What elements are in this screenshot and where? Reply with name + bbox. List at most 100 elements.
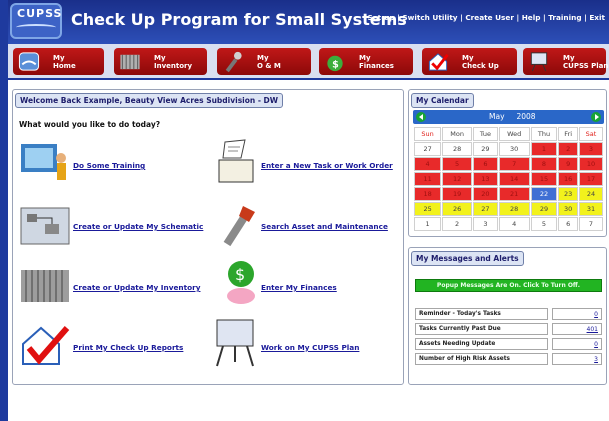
switch-utility-link[interactable]: Switch Utility	[402, 13, 457, 22]
plan-easel-icon	[530, 52, 548, 72]
calendar-day-header: Tue	[473, 127, 498, 141]
do-some-training-link[interactable]: Do Some Training	[73, 161, 145, 170]
alerts-table: Reminder - Today's Tasks 0 Tasks Currentl…	[415, 308, 602, 368]
messages-title: My Messages and Alerts	[411, 251, 524, 266]
nav-my-home[interactable]: My Home	[13, 48, 104, 75]
calendar-month-year: May 2008	[489, 112, 536, 121]
calendar-day-cell[interactable]: 28	[442, 142, 473, 156]
app-title: Check Up Program for Small Systems	[71, 10, 407, 29]
calendar-day-cell[interactable]: 2	[442, 217, 473, 231]
calendar-day-cell[interactable]: 15	[530, 172, 558, 186]
calendar-day-cell[interactable]: 28	[498, 202, 530, 216]
checkmark-house-icon	[428, 53, 449, 71]
calendar-day-cell[interactable]: 27	[473, 202, 498, 216]
nav-my-finances[interactable]: $ My Finances	[319, 48, 413, 75]
training-link[interactable]: Training	[548, 13, 581, 22]
nav-my-check-up[interactable]: My Check Up	[422, 48, 517, 75]
calendar-day-cell[interactable]: 2	[558, 142, 578, 156]
calendar-day-cell[interactable]: 25	[414, 202, 442, 216]
calendar-day-cell[interactable]: 5	[442, 157, 473, 171]
calendar-day-cell[interactable]: 23	[558, 187, 578, 201]
messages-panel: My Messages and Alerts Popup Messages Ar…	[408, 247, 607, 385]
alert-count-link[interactable]: 0	[552, 338, 602, 350]
calendar-day-cell[interactable]: 1	[414, 217, 442, 231]
work-on-cupss-plan-link[interactable]: Work on My CUPSS Plan	[261, 343, 359, 352]
enter-new-task-link[interactable]: Enter a New Task or Work Order	[261, 161, 393, 170]
calendar-day-cell[interactable]: 4	[498, 217, 530, 231]
calendar-day-cell[interactable]: 6	[473, 157, 498, 171]
calendar-title: My Calendar	[411, 93, 474, 108]
wrench-icon	[225, 51, 242, 73]
prev-month-icon[interactable]	[416, 112, 426, 122]
calendar-day-cell[interactable]: 30	[558, 202, 578, 216]
search-asset-maintenance-link[interactable]: Search Asset and Maintenance	[261, 222, 388, 231]
calendar-day-cell[interactable]: 14	[498, 172, 530, 186]
app-window: CUPSS Check Up Program for Small Systems…	[0, 0, 609, 421]
calendar-day-cell[interactable]: 10	[578, 157, 603, 171]
calendar-day-cell[interactable]: 20	[473, 187, 498, 201]
schematic-icon[interactable]	[19, 204, 71, 246]
calendar-day-cell[interactable]: 18	[414, 187, 442, 201]
calendar-day-cell[interactable]: 29	[473, 142, 498, 156]
create-user-link[interactable]: Create User	[465, 13, 514, 22]
calendar-day-cell[interactable]: 29	[530, 202, 558, 216]
calendar-day-header: Sat	[578, 127, 603, 141]
calendar-day-cell[interactable]: 3	[578, 142, 603, 156]
calendar-panel: My Calendar May 2008 Sun Mon Tue Wed Thu Fri S…	[408, 89, 607, 237]
calendar-day-header: Fri	[558, 127, 578, 141]
setup-link[interactable]: Set-up	[367, 13, 394, 22]
enter-my-finances-link[interactable]: Enter My Finances	[261, 283, 337, 292]
create-update-schematic-link[interactable]: Create or Update My Schematic	[73, 222, 203, 231]
calendar-day-cell[interactable]: 5	[530, 217, 558, 231]
welcome-panel: Welcome Back Example, Beauty View Acres …	[12, 89, 404, 385]
cupss-logo: CUPSS	[10, 3, 62, 39]
calendar-day-header: Wed	[498, 127, 530, 141]
calendar-day-cell[interactable]: 9	[558, 157, 578, 171]
calendar-day-cell[interactable]: 22	[530, 187, 558, 201]
svg-text:$: $	[332, 59, 339, 70]
calendar-day-cell[interactable]: 24	[578, 187, 603, 201]
nav-my-cupss-plan[interactable]: My CUPSS Plan	[523, 48, 608, 75]
nav-my-om[interactable]: My O & M	[217, 48, 311, 75]
inventory-icon[interactable]	[19, 264, 71, 306]
help-link[interactable]: Help	[522, 13, 541, 22]
calendar-day-cell[interactable]: 26	[442, 202, 473, 216]
calendar-day-cell[interactable]: 1	[530, 142, 558, 156]
alert-count-link[interactable]: 3	[552, 353, 602, 365]
calendar-day-cell[interactable]: 27	[414, 142, 442, 156]
calendar-day-cell[interactable]: 19	[442, 187, 473, 201]
calendar-day-cell[interactable]: 11	[414, 172, 442, 186]
print-check-up-reports-link[interactable]: Print My Check Up Reports	[73, 343, 183, 352]
training-icon[interactable]	[19, 142, 71, 182]
calendar-day-cell[interactable]: 8	[530, 157, 558, 171]
calendar-day-cell[interactable]: 6	[558, 217, 578, 231]
main-nav: My Home My Inventory My O & M $ My Finances …	[8, 44, 609, 80]
calendar-day-cell[interactable]: 30	[498, 142, 530, 156]
wrench-task-icon[interactable]	[219, 202, 259, 248]
calendar-day-cell[interactable]: 13	[473, 172, 498, 186]
calendar-day-cell[interactable]: 17	[578, 172, 603, 186]
calendar-month-header: May 2008	[413, 110, 604, 124]
nav-my-inventory[interactable]: My Inventory	[114, 48, 207, 75]
calendar-day-cell[interactable]: 3	[473, 217, 498, 231]
calendar-day-cell[interactable]: 16	[558, 172, 578, 186]
finances-icon[interactable]: $	[221, 258, 261, 306]
calendar-day-cell[interactable]: 7	[578, 217, 603, 231]
welcome-title: Welcome Back Example, Beauty View Acres …	[15, 93, 284, 108]
new-task-icon[interactable]	[211, 136, 259, 186]
calendar-day-cell[interactable]: 12	[442, 172, 473, 186]
calendar-day-cell[interactable]: 31	[578, 202, 603, 216]
calendar-day-cell[interactable]: 4	[414, 157, 442, 171]
popup-toggle-button[interactable]: Popup Messages Are On. Click To Turn Off…	[415, 279, 602, 292]
calendar-day-cell[interactable]: 7	[498, 157, 530, 171]
cupss-plan-icon[interactable]	[211, 316, 259, 368]
exit-link[interactable]: Exit	[589, 13, 605, 22]
next-month-icon[interactable]	[591, 112, 601, 122]
check-up-reports-icon[interactable]	[19, 322, 71, 368]
alert-count-link[interactable]: 401	[552, 323, 602, 335]
logo-text: CUPSS	[17, 7, 63, 20]
create-update-inventory-link[interactable]: Create or Update My Inventory	[73, 283, 200, 292]
svg-text:$: $	[235, 265, 245, 284]
alert-count-link[interactable]: 0	[552, 308, 602, 320]
calendar-day-cell[interactable]: 21	[498, 187, 530, 201]
